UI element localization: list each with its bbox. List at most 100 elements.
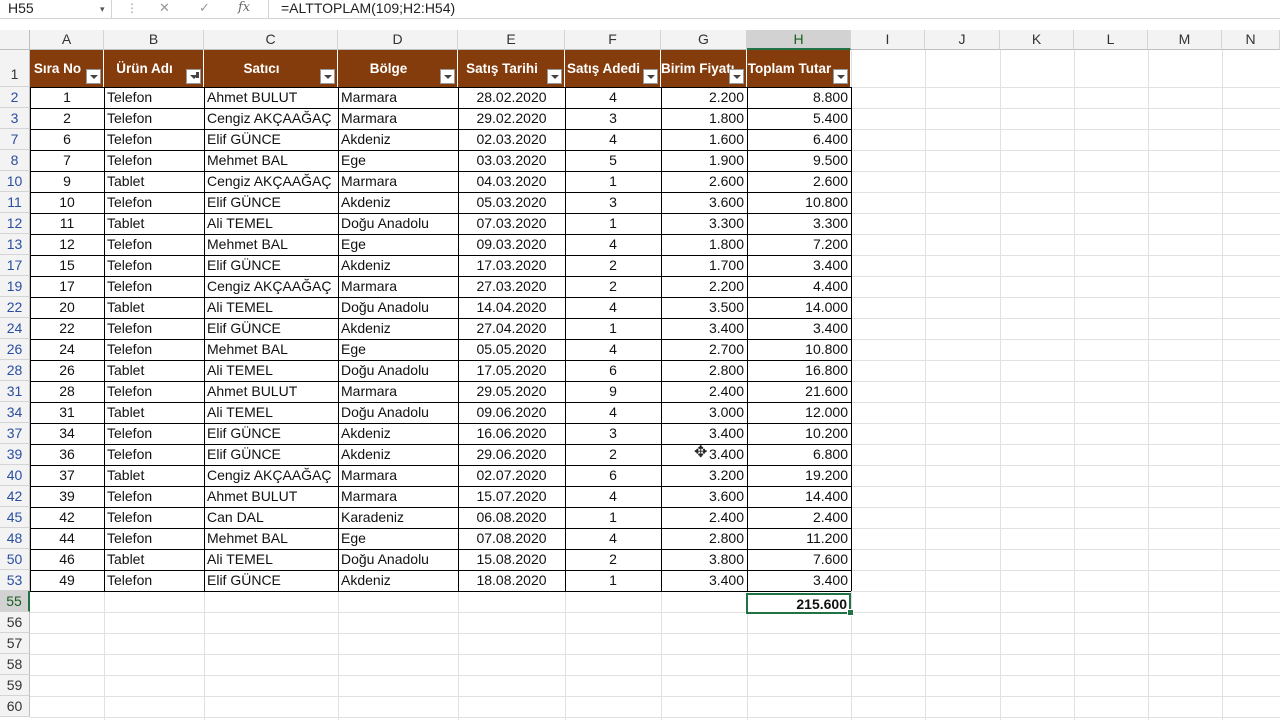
filter-dropdown-icon[interactable] [186,69,201,84]
table-cell[interactable]: 07.03.2020 [458,213,565,234]
column-header-n[interactable]: N [1222,30,1280,50]
table-cell[interactable]: 10.200 [747,423,851,444]
table-cell[interactable]: Doğu Anadolu [338,402,458,423]
table-cell[interactable]: 1 [565,213,661,234]
table-cell[interactable]: Ahmet BULUT [204,381,338,402]
table-cell[interactable]: 2.600 [747,171,851,192]
table-cell[interactable]: 37 [30,465,104,486]
table-cell[interactable]: 3.600 [661,486,747,507]
table-cell[interactable]: Telefon [104,192,204,213]
row-header[interactable]: 10 [0,171,30,192]
table-cell[interactable]: 6.800 [747,444,851,465]
table-cell[interactable]: Cengiz AKÇAAĞAÇ [204,465,338,486]
table-cell[interactable]: 9.500 [747,150,851,171]
table-cell[interactable]: 28.02.2020 [458,87,565,108]
table-cell[interactable]: Telefon [104,108,204,129]
fill-handle[interactable] [847,609,854,616]
row-header[interactable]: 60 [0,696,30,717]
formula-input[interactable]: =ALTTOPLAM(109;H2:H54) [268,0,1280,18]
table-cell[interactable]: Telefon [104,234,204,255]
table-cell[interactable]: 3.500 [661,297,747,318]
table-cell[interactable]: Doğu Anadolu [338,297,458,318]
filter-dropdown-icon[interactable] [86,69,101,84]
table-cell[interactable]: 09.03.2020 [458,234,565,255]
table-cell[interactable]: 15.08.2020 [458,549,565,570]
table-cell[interactable]: 42 [30,507,104,528]
row-header[interactable]: 37 [0,423,30,444]
table-cell[interactable]: 22 [30,318,104,339]
table-cell[interactable]: 09.06.2020 [458,402,565,423]
table-cell[interactable]: Ali TEMEL [204,213,338,234]
table-cell[interactable]: 2.400 [661,381,747,402]
row-header[interactable]: 24 [0,318,30,339]
table-cell[interactable]: Akdeniz [338,129,458,150]
column-header-d[interactable]: D [338,30,458,50]
table-cell[interactable]: 3.600 [661,192,747,213]
table-cell[interactable]: 05.05.2020 [458,339,565,360]
table-cell[interactable]: Telefon [104,255,204,276]
table-cell[interactable]: 2.200 [661,87,747,108]
row-header[interactable]: 53 [0,570,30,591]
filter-dropdown-icon[interactable] [833,69,848,84]
table-cell[interactable]: 4 [565,402,661,423]
row-header[interactable]: 22 [0,297,30,318]
name-box[interactable]: H55 ▾ [0,0,112,18]
table-cell[interactable]: 15 [30,255,104,276]
table-cell[interactable]: 03.03.2020 [458,150,565,171]
table-cell[interactable]: Marmara [338,381,458,402]
select-all-corner[interactable] [0,30,30,50]
table-cell[interactable]: Tablet [104,465,204,486]
table-cell[interactable]: 2 [565,276,661,297]
table-cell[interactable]: 2.800 [661,528,747,549]
table-cell[interactable]: Ali TEMEL [204,402,338,423]
table-cell[interactable]: 3.400 [747,570,851,591]
table-cell[interactable]: Elif GÜNCE [204,129,338,150]
table-cell[interactable]: 26 [30,360,104,381]
table-cell[interactable]: Telefon [104,444,204,465]
column-header-i[interactable]: I [851,30,925,50]
table-cell[interactable]: 2 [565,255,661,276]
table-cell[interactable]: 16.800 [747,360,851,381]
table-cell[interactable]: 06.08.2020 [458,507,565,528]
row-header[interactable]: 19 [0,276,30,297]
table-cell[interactable]: 4 [565,339,661,360]
table-cell[interactable]: Telefon [104,381,204,402]
table-cell[interactable]: 31 [30,402,104,423]
table-cell[interactable]: 3 [565,192,661,213]
table-cell[interactable]: Marmara [338,171,458,192]
table-cell[interactable]: 1.800 [661,234,747,255]
table-cell[interactable]: 2.800 [661,360,747,381]
table-cell[interactable]: Elif GÜNCE [204,255,338,276]
table-cell[interactable]: 29.06.2020 [458,444,565,465]
column-header-e[interactable]: E [458,30,565,50]
table-cell[interactable]: 5 [565,150,661,171]
table-cell[interactable]: 24 [30,339,104,360]
table-cell[interactable]: Ali TEMEL [204,549,338,570]
table-cell[interactable]: 1.800 [661,108,747,129]
table-cell[interactable]: 6 [565,360,661,381]
table-cell[interactable]: 44 [30,528,104,549]
table-cell[interactable]: 4 [565,234,661,255]
table-cell[interactable]: Elif GÜNCE [204,318,338,339]
column-header-b[interactable]: B [104,30,204,50]
table-cell[interactable]: 2 [565,444,661,465]
table-cell[interactable]: 17.05.2020 [458,360,565,381]
total-cell[interactable]: 215.600 [746,593,851,614]
table-cell[interactable]: Doğu Anadolu [338,213,458,234]
table-cell[interactable]: Ahmet BULUT [204,87,338,108]
table-cell[interactable]: 4.400 [747,276,851,297]
table-cell[interactable]: Marmara [338,465,458,486]
table-cell[interactable]: Elif GÜNCE [204,570,338,591]
table-cell[interactable]: 4 [565,486,661,507]
table-cell[interactable]: 49 [30,570,104,591]
row-header[interactable]: 39 [0,444,30,465]
table-cell[interactable]: 14.04.2020 [458,297,565,318]
table-cell[interactable]: 46 [30,549,104,570]
table-cell[interactable]: 3.300 [747,213,851,234]
table-cell[interactable]: 07.08.2020 [458,528,565,549]
drag-handle-icon[interactable]: ⋮ [126,0,138,16]
table-cell[interactable]: Elif GÜNCE [204,192,338,213]
table-cell[interactable]: 1.600 [661,129,747,150]
table-cell[interactable]: 3.400 [661,318,747,339]
table-cell[interactable]: 2.700 [661,339,747,360]
